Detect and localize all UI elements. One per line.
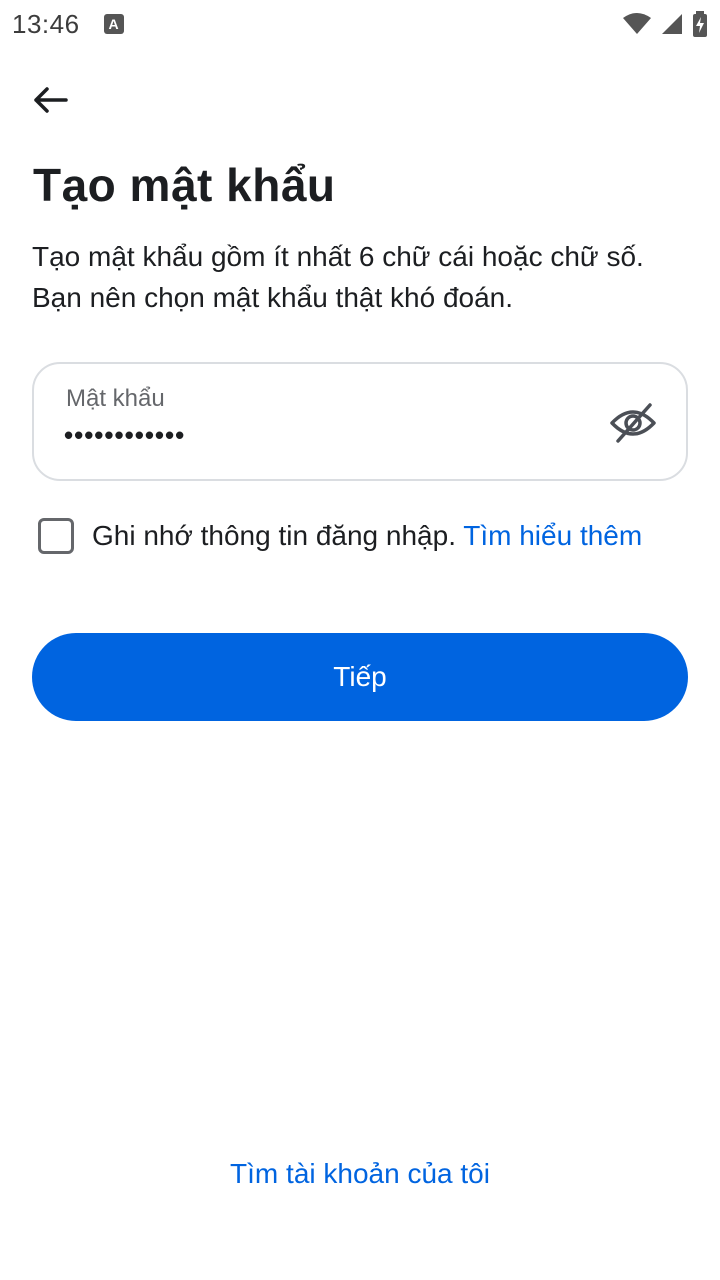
- back-button[interactable]: [24, 76, 80, 124]
- password-input[interactable]: ••••••••••••: [64, 420, 185, 451]
- remember-login-label: Ghi nhớ thông tin đăng nhập.: [92, 520, 464, 551]
- status-icons: [622, 11, 708, 37]
- notification-icon: A: [103, 14, 124, 34]
- password-field[interactable]: Mật khẩu ••••••••••••: [32, 362, 688, 481]
- find-my-account-link[interactable]: Tìm tài khoản của tôi: [0, 1158, 720, 1190]
- remember-login-checkbox[interactable]: [38, 518, 74, 554]
- signal-icon: [662, 14, 682, 34]
- password-label: Mật khẩu: [66, 385, 165, 412]
- battery-charging-icon: [693, 11, 707, 37]
- create-password-screen: 13:46 A Tạo mật khẩu Tạo mật khẩu gồm ít…: [0, 0, 720, 1280]
- page-title: Tạo mật khẩu: [33, 159, 336, 211]
- next-button[interactable]: Tiếp: [32, 633, 688, 721]
- eye-off-icon: [610, 403, 656, 443]
- learn-more-link[interactable]: Tìm hiểu thêm: [463, 520, 642, 551]
- toggle-password-visibility-button[interactable]: [608, 398, 658, 448]
- status-time: 13:46: [12, 8, 80, 39]
- remember-login-text: Ghi nhớ thông tin đăng nhập. Tìm hiểu th…: [92, 516, 682, 555]
- status-bar: 13:46 A: [0, 0, 720, 48]
- status-left: 13:46 A: [12, 9, 124, 40]
- page-description: Tạo mật khẩu gồm ít nhất 6 chữ cái hoặc …: [32, 241, 644, 313]
- arrow-left-icon: [34, 87, 68, 113]
- wifi-icon: [623, 13, 651, 34]
